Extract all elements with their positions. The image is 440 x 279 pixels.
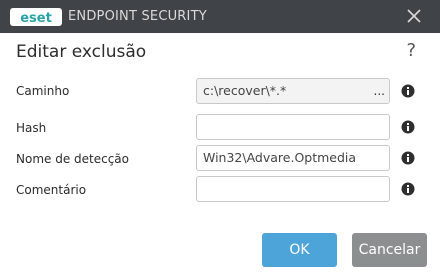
comment-field[interactable] bbox=[196, 176, 390, 202]
browse-button[interactable]: ... bbox=[374, 79, 385, 103]
cancel-button[interactable]: Cancelar bbox=[352, 233, 427, 267]
app-title: ENDPOINT SECURITY bbox=[68, 9, 207, 24]
svg-text:eset: eset bbox=[20, 11, 52, 26]
ok-button[interactable]: OK bbox=[262, 233, 337, 267]
dialog-title: Editar exclusão bbox=[16, 42, 147, 62]
help-icon[interactable]: ? bbox=[406, 40, 416, 61]
info-icon[interactable] bbox=[401, 84, 415, 98]
detection-field[interactable]: Win32\Advare.Optmedia bbox=[196, 145, 390, 171]
detection-label: Nome de detecção bbox=[16, 152, 129, 166]
path-field[interactable]: c:\recover\*.* ... bbox=[196, 78, 390, 104]
title-bar: eset ENDPOINT SECURITY bbox=[0, 0, 440, 33]
info-icon[interactable] bbox=[401, 120, 415, 134]
hash-label: Hash bbox=[16, 121, 47, 135]
info-icon[interactable] bbox=[401, 151, 415, 165]
hash-field[interactable] bbox=[196, 114, 390, 140]
info-icon[interactable] bbox=[401, 182, 415, 196]
eset-logo: eset bbox=[10, 8, 62, 26]
close-icon[interactable] bbox=[406, 8, 422, 24]
path-label: Caminho bbox=[16, 84, 70, 98]
comment-label: Comentário bbox=[16, 183, 87, 197]
path-value: c:\recover\*.* bbox=[203, 83, 287, 98]
